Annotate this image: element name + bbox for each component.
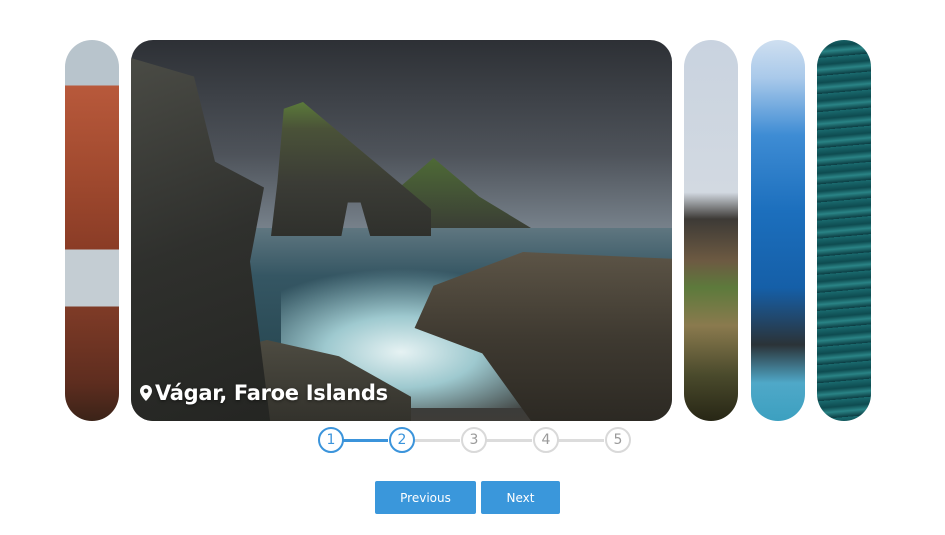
previous-button[interactable]: Previous (375, 481, 476, 514)
step-connector-4 (558, 439, 604, 442)
slide-location-text: Vágar, Faroe Islands (155, 381, 388, 405)
slide-water[interactable] (817, 40, 871, 421)
step-5[interactable]: 5 (605, 427, 631, 453)
slide-desert-arch[interactable] (65, 40, 119, 421)
slide-vagar-active[interactable]: Vágar, Faroe Islands (131, 40, 672, 421)
step-connector-3 (486, 439, 532, 442)
map-pin-icon (140, 385, 152, 401)
next-button[interactable]: Next (481, 481, 560, 514)
slide-mountains[interactable] (684, 40, 738, 421)
step-4[interactable]: 4 (533, 427, 559, 453)
slide-blue-ice[interactable] (751, 40, 805, 421)
slide-caption: Vágar, Faroe Islands (140, 381, 388, 405)
step-1[interactable]: 1 (318, 427, 344, 453)
step-2[interactable]: 2 (389, 427, 415, 453)
step-connector-1 (342, 439, 388, 442)
slide-photo (131, 40, 672, 421)
step-connector-2 (414, 439, 460, 442)
slide-stepper: 1 2 3 4 5 (318, 427, 632, 453)
step-3[interactable]: 3 (461, 427, 487, 453)
carousel: Vágar, Faroe Islands 1 2 3 4 5 Previous … (0, 0, 945, 535)
